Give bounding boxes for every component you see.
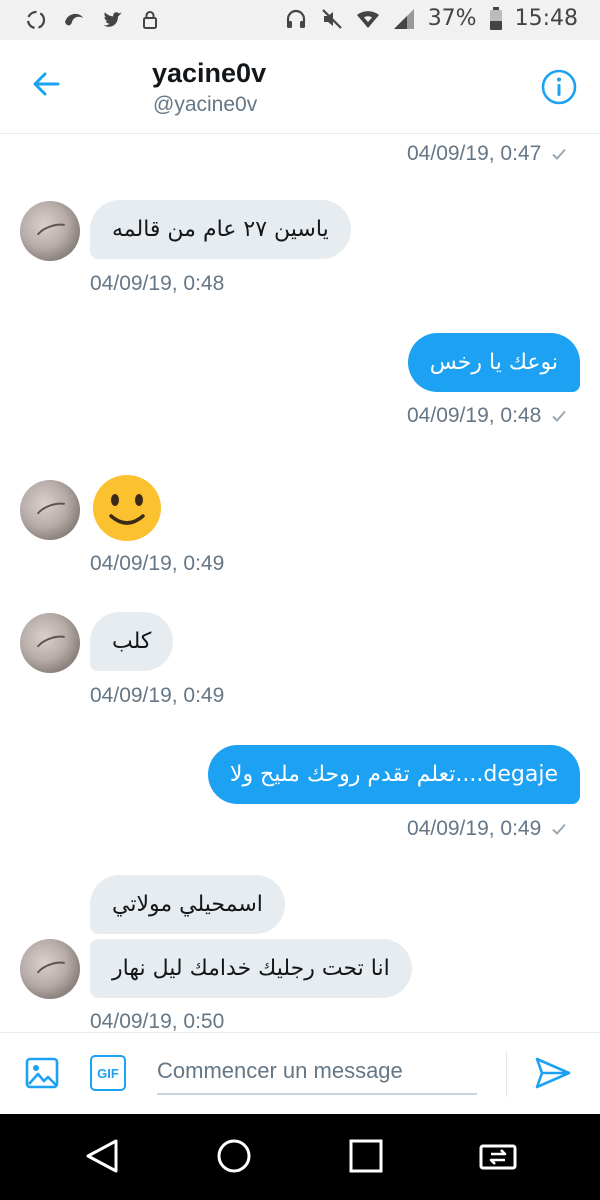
message-composer: GIF bbox=[0, 1032, 600, 1114]
info-icon[interactable] bbox=[540, 68, 578, 106]
message-timestamp: 04/09/19, 0:49 bbox=[90, 552, 225, 575]
headphones-icon bbox=[284, 7, 308, 31]
status-bar: 37% 15:48 bbox=[0, 0, 600, 40]
nav-home-icon[interactable] bbox=[214, 1136, 254, 1176]
incoming-message-bubble[interactable]: انا تحت رجليك خدامك ليل نهار bbox=[90, 939, 412, 998]
screen-rotate-icon[interactable] bbox=[478, 1136, 518, 1176]
message-input[interactable] bbox=[157, 1049, 477, 1095]
mute-icon bbox=[320, 7, 344, 31]
sent-check-icon bbox=[551, 406, 567, 430]
message-timestamp: 04/09/19, 0:48 bbox=[90, 272, 225, 295]
lock-icon bbox=[138, 8, 162, 32]
sent-check-icon bbox=[551, 144, 567, 168]
nav-back-icon[interactable] bbox=[82, 1136, 122, 1176]
outgoing-message-bubble[interactable]: نوعك يا رخس bbox=[407, 333, 580, 392]
battery-icon bbox=[489, 6, 503, 31]
signal-icon bbox=[392, 7, 416, 31]
avatar[interactable] bbox=[20, 480, 80, 540]
outgoing-message-bubble[interactable]: تعلم تقدم روحك مليح ولا....degaje bbox=[207, 745, 580, 804]
image-icon[interactable] bbox=[24, 1055, 60, 1091]
battery-percent: 37% bbox=[427, 6, 477, 31]
message-timestamp: 04/09/19, 0:49 bbox=[90, 684, 225, 707]
recycle-icon bbox=[24, 8, 48, 32]
incoming-message-bubble[interactable]: كلب bbox=[90, 612, 174, 671]
gif-button[interactable]: GIF bbox=[90, 1055, 126, 1091]
conversation-header: yacine0v @yacine0v bbox=[0, 40, 600, 134]
message-timestamp: 04/09/19, 0:47 bbox=[407, 142, 567, 168]
message-timestamp: 04/09/19, 0:49 bbox=[407, 817, 567, 843]
app-icon bbox=[62, 8, 86, 32]
message-list[interactable]: 04/09/19, 0:47 ياسين ٢٧ عام من قالمه 04/… bbox=[0, 134, 600, 1032]
clock: 15:48 bbox=[514, 6, 578, 31]
smiling-face-emoji-icon[interactable] bbox=[91, 472, 163, 544]
navigation-bar bbox=[0, 1114, 600, 1200]
contact-handle: @yacine0v bbox=[153, 93, 258, 116]
avatar[interactable] bbox=[20, 201, 80, 261]
dm-screen: 37% 15:48 yacine0v @yacine0v 04/09/19, 0… bbox=[0, 0, 600, 1200]
nav-recents-icon[interactable] bbox=[346, 1136, 386, 1176]
contact-name: yacine0v bbox=[152, 58, 267, 88]
avatar[interactable] bbox=[20, 613, 80, 673]
message-timestamp: 04/09/19, 0:48 bbox=[407, 404, 567, 430]
twitter-icon bbox=[100, 8, 124, 32]
avatar[interactable] bbox=[20, 939, 80, 999]
incoming-message-bubble[interactable]: ياسين ٢٧ عام من قالمه bbox=[90, 200, 351, 259]
incoming-message-bubble[interactable]: اسمحيلي مولاتي bbox=[90, 875, 285, 934]
back-arrow-icon[interactable] bbox=[28, 66, 64, 102]
message-timestamp: 04/09/19, 0:50 bbox=[90, 1010, 225, 1032]
sent-check-icon bbox=[551, 819, 567, 843]
divider bbox=[506, 1051, 507, 1097]
send-icon[interactable] bbox=[534, 1055, 572, 1091]
wifi-icon bbox=[356, 7, 380, 31]
